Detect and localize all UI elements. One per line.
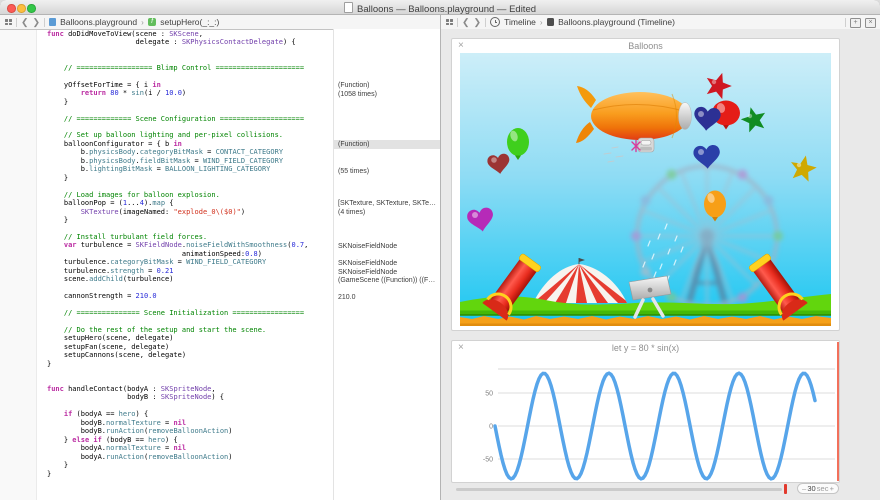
result-item[interactable]: SKNoiseFieldNode <box>334 242 441 251</box>
dirt-shadow <box>460 324 831 327</box>
chevron-icon: › <box>540 18 543 27</box>
timeline-assistant-pane: × Balloons <box>440 29 880 500</box>
chart-header: × let y = 80 * sin(x) <box>452 341 839 355</box>
related-items-icon[interactable] <box>446 19 453 25</box>
duration-plus-button[interactable]: + <box>830 484 834 493</box>
forward-button[interactable]: ❯ <box>474 18 482 27</box>
results-sidebar: (Function)(1058 times)(Function)(55 time… <box>333 29 441 500</box>
result-item[interactable]: [SKTexture, SKTexture, SKTe… <box>334 199 441 208</box>
game-scene <box>460 53 831 326</box>
duration-unit: sec <box>817 484 829 493</box>
live-view-header: × Balloons <box>452 39 839 53</box>
forward-button[interactable]: ❯ <box>33 18 41 27</box>
back-button[interactable]: ❮ <box>21 18 29 27</box>
result-item[interactable]: (GameScene ((Function)) ((F… <box>334 276 441 285</box>
timeline-slider-handle[interactable] <box>784 484 787 494</box>
chart-plot: 50 0 -50 <box>452 355 839 482</box>
function-icon: f <box>148 18 157 27</box>
editor-gutter <box>0 30 37 500</box>
result-item[interactable]: (Function) <box>334 81 441 90</box>
breadcrumb-timeline-file[interactable]: Balloons.playground (Timeline) <box>558 17 675 27</box>
breadcrumb-file[interactable]: Balloons.playground <box>60 17 137 27</box>
timeline-slider-track[interactable] <box>456 488 782 491</box>
breadcrumb-symbol[interactable]: setupHero(_:_:) <box>160 17 219 27</box>
duration-minus-button[interactable]: – <box>802 484 806 493</box>
timeline-file-icon <box>547 18 555 27</box>
live-view-title: Balloons <box>452 41 839 51</box>
code-text[interactable]: func doDidMoveToView(scene : SKScene, de… <box>47 30 308 478</box>
grass-edge <box>460 314 831 316</box>
related-items-icon[interactable] <box>5 19 12 25</box>
y-axis-tick-label: -50 <box>483 457 493 464</box>
playground-file-icon <box>49 18 56 27</box>
jumpbar-right: ❮ ❯ Timeline › Balloons.playground (Time… <box>440 15 880 30</box>
titlebar: Balloons — Balloons.playground — Edited <box>0 0 880 15</box>
close-assistant-editor-icon[interactable]: × <box>865 18 876 28</box>
chart-panel: × let y = 80 * sin(x) 50 0 -50 <box>451 340 840 483</box>
duration-value[interactable]: 30 <box>807 484 815 493</box>
y-axis-tick-label: 0 <box>489 424 493 431</box>
result-item[interactable]: (Function) <box>334 140 441 149</box>
document-icon <box>344 2 353 13</box>
back-button[interactable]: ❮ <box>462 18 470 27</box>
live-view-panel: × Balloons <box>451 38 840 331</box>
chevron-icon: › <box>141 18 144 27</box>
timeline-duration-stepper: – 30 sec + <box>797 483 839 494</box>
result-item[interactable]: (4 times) <box>334 208 441 217</box>
timeline-clock-icon <box>490 17 500 27</box>
result-item[interactable]: (1058 times) <box>334 90 441 99</box>
add-assistant-editor-icon[interactable]: + <box>850 18 861 28</box>
timeline-position-marker <box>837 342 839 481</box>
jumpbar-left: ❮ ❯ Balloons.playground › f setupHero(_:… <box>0 15 440 30</box>
result-item[interactable]: (55 times) <box>334 167 441 176</box>
window-title: Balloons — Balloons.playground — Edited <box>0 2 880 15</box>
chart-title: let y = 80 * sin(x) <box>452 343 839 353</box>
xcode-playground-window: Balloons — Balloons.playground — Edited … <box>0 0 880 500</box>
breadcrumb-timeline[interactable]: Timeline <box>504 17 536 27</box>
y-axis-tick-label: 50 <box>485 391 493 398</box>
result-item[interactable]: 210.0 <box>334 293 441 302</box>
